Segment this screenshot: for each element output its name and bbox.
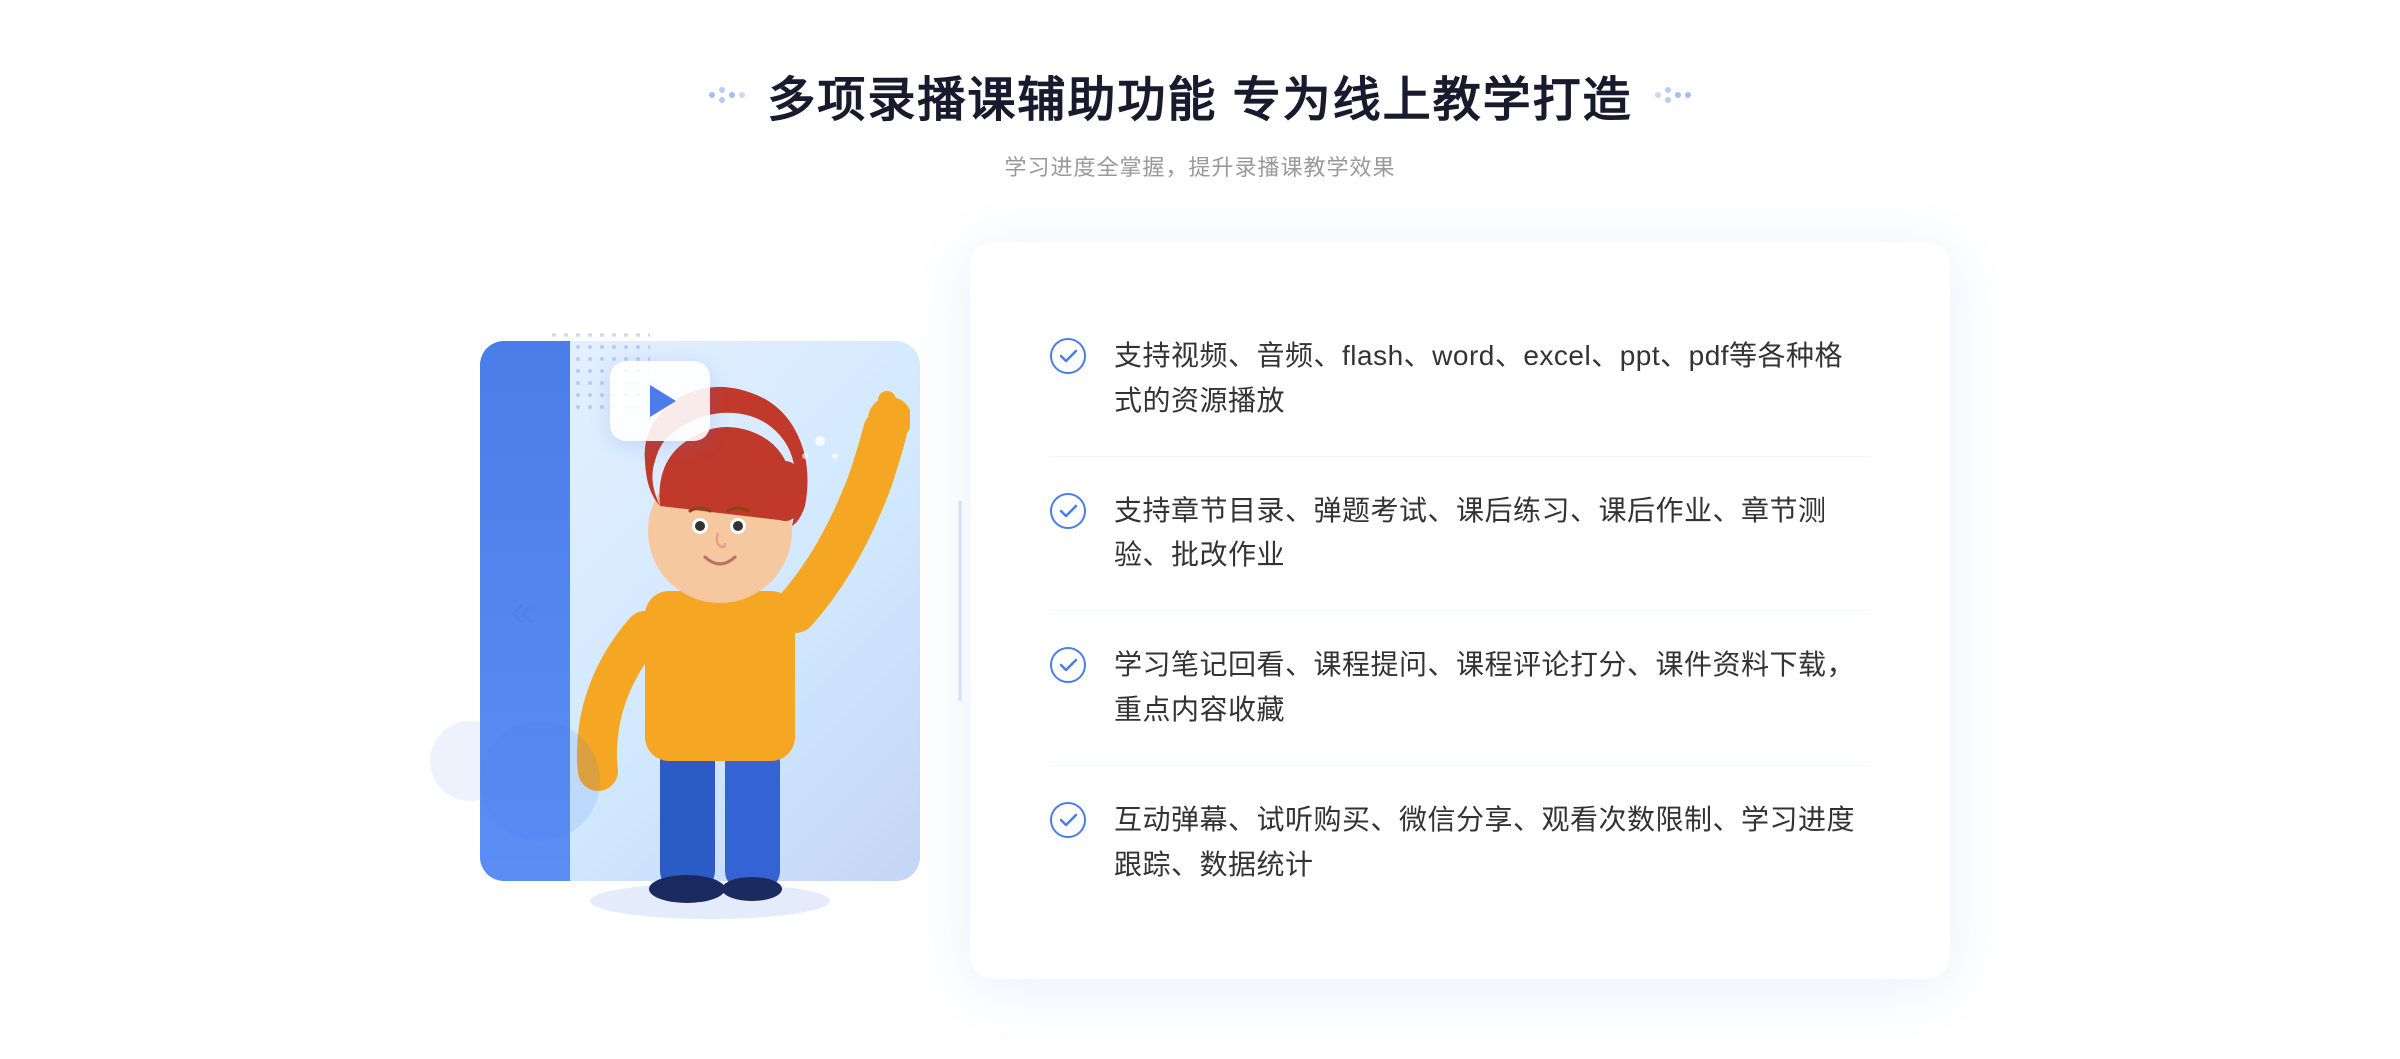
check-icon-4 <box>1050 802 1086 838</box>
play-icon <box>650 385 676 417</box>
feature-item-4: 互动弹幕、试听购买、微信分享、观看次数限制、学习进度跟踪、数据统计 <box>1050 766 1870 920</box>
feature-text-1: 支持视频、音频、flash、word、excel、ppt、pdf等各种格式的资源… <box>1114 334 1870 424</box>
feature-text-3: 学习笔记回看、课程提问、课程评论打分、课件资料下载，重点内容收藏 <box>1114 643 1870 733</box>
page-wrapper: 多项录播课辅助功能 专为线上教学打造 学习进度全掌握，提升录播课教学效果 <box>0 0 2400 1059</box>
check-icon-3 <box>1050 647 1086 683</box>
title-dots-right <box>1653 85 1693 105</box>
circle-decoration-1 <box>480 721 600 841</box>
title-row: 多项录播课辅助功能 专为线上教学打造 <box>707 60 1692 130</box>
content-area: « 支持视频、音频、flash、word、excel、ppt、pdf等各种格式的… <box>450 242 1950 979</box>
features-card: 支持视频、音频、flash、word、excel、ppt、pdf等各种格式的资源… <box>970 242 1950 979</box>
page-title: 多项录播课辅助功能 专为线上教学打造 <box>767 60 1632 130</box>
feature-text-2: 支持章节目录、弹题考试、课后练习、课后作业、章节测验、批改作业 <box>1114 489 1870 579</box>
play-bubble <box>610 361 710 441</box>
check-icon-2 <box>1050 493 1086 529</box>
feature-item-3: 学习笔记回看、课程提问、课程评论打分、课件资料下载，重点内容收藏 <box>1050 611 1870 766</box>
page-subtitle: 学习进度全掌握，提升录播课教学效果 <box>1004 150 1395 182</box>
title-dots-left <box>707 85 747 105</box>
feature-item-1: 支持视频、音频、flash、word、excel、ppt、pdf等各种格式的资源… <box>1050 302 1870 457</box>
check-icon-1 <box>1050 338 1086 374</box>
header-section: 多项录播课辅助功能 专为线上教学打造 学习进度全掌握，提升录播课教学效果 <box>707 60 1692 182</box>
feature-text-4: 互动弹幕、试听购买、微信分享、观看次数限制、学习进度跟踪、数据统计 <box>1114 798 1870 888</box>
person-illustration <box>530 361 910 921</box>
chevron-left-icon: « <box>510 586 534 635</box>
left-chevron-arrows[interactable]: « <box>510 586 534 636</box>
feature-item-2: 支持章节目录、弹题考试、课后练习、课后作业、章节测验、批改作业 <box>1050 457 1870 612</box>
